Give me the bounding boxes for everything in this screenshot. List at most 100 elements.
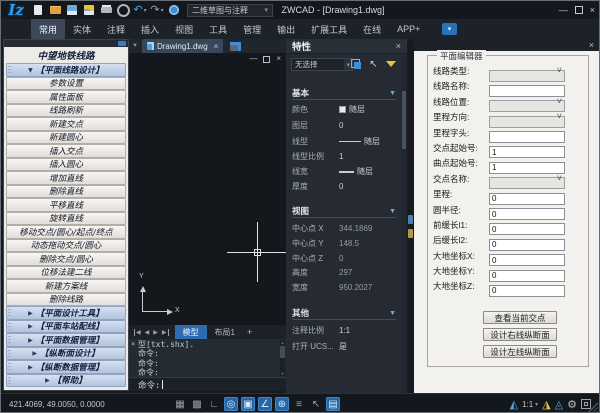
ribbon-tab[interactable]: 插入 [133, 19, 167, 39]
doc-restore-button[interactable] [263, 56, 270, 63]
sidebar-group[interactable]: 【平面设计工具】 [6, 306, 126, 320]
status-menu-icon[interactable] [292, 397, 306, 411]
dyninput-icon[interactable] [275, 397, 289, 411]
otrack-icon[interactable] [241, 397, 255, 411]
lineweight-icon[interactable] [326, 397, 340, 411]
scroll-up-icon[interactable]: ▲ [280, 340, 285, 345]
command-scrollbar[interactable]: ▲ ▼ [280, 340, 285, 376]
drawing-canvas[interactable]: — × Y X [129, 53, 286, 325]
sidebar-item[interactable]: 新建交点 [6, 117, 126, 131]
sidebar-item[interactable]: 移动交点/圆心/起点/终点 [6, 225, 126, 239]
sidebar-item[interactable]: 删除直线 [6, 185, 126, 199]
sidebar-item[interactable]: 位移法建二线 [6, 266, 126, 280]
fullscreen-icon[interactable] [581, 399, 591, 409]
sidebar-group[interactable]: 【平面数据管理】 [6, 333, 126, 347]
editor-action-button[interactable]: 设计左线纵断面 [483, 345, 557, 358]
new-drawing-icon[interactable] [230, 42, 241, 51]
undo-icon[interactable] [133, 3, 147, 17]
sidebar-item[interactable]: 旋转直线 [6, 212, 126, 226]
minimize-button[interactable]: — [559, 5, 568, 15]
polar-icon[interactable] [258, 397, 272, 411]
quick-select-icon[interactable] [384, 58, 397, 71]
sidebar-item[interactable]: 新建方案线 [6, 279, 126, 293]
annotation-autoscale-icon[interactable]: ◬ [555, 398, 563, 411]
sidebar-item[interactable]: 属性面板 [6, 90, 126, 104]
scroll-thumb[interactable] [402, 91, 406, 149]
sidebar-item[interactable]: 线路刷新 [6, 104, 126, 118]
annotation-scale-value[interactable]: 1:1 [522, 400, 538, 409]
sidebar-item[interactable]: 删除交点/圆心 [6, 252, 126, 266]
doc-close-button[interactable]: × [276, 55, 281, 63]
last-layout-icon[interactable]: ▶ [162, 329, 169, 336]
sidebar-group[interactable]: 【帮助】 [6, 374, 126, 388]
ribbon-tab[interactable]: 管理 [235, 19, 269, 39]
select-cursor-icon[interactable] [309, 397, 323, 411]
ribbon-tab[interactable]: 实体 [65, 19, 99, 39]
workspace-select[interactable]: 二维草图与注释 [187, 4, 273, 17]
command-input[interactable]: 命令: [129, 377, 286, 391]
annotation-visibility-icon[interactable]: ◮ [542, 398, 550, 411]
save-as-icon[interactable] [82, 3, 96, 17]
editor-field-input[interactable] [489, 285, 565, 297]
sidebar-group-open[interactable]: 【平面线路设计】 [6, 63, 126, 77]
sidebar-item[interactable]: 插入交点 [6, 144, 126, 158]
command-history[interactable]: × 型[txt.shx].命令:命令:命令: ▲ ▼ [129, 339, 286, 377]
sidebar-item[interactable]: 参数设置 [6, 77, 126, 91]
scroll-thumb[interactable] [280, 346, 285, 358]
palette-settings-icon[interactable] [408, 229, 413, 238]
sidebar-item[interactable]: 插入圆心 [6, 158, 126, 172]
add-layout-button[interactable]: + [243, 327, 256, 337]
settings-gear-icon[interactable]: ⚙ [567, 398, 577, 411]
ribbon-tab[interactable]: 输出 [269, 19, 303, 39]
section-basic[interactable]: 基本▼ [292, 87, 396, 100]
tab-layout1[interactable]: 布局1 [207, 327, 243, 338]
palette-autohide-icon[interactable] [408, 215, 413, 224]
sidebar-group[interactable]: 【纵断面设计】 [6, 347, 126, 361]
ribbon-tab[interactable]: 工具 [201, 19, 235, 39]
scroll-down-icon[interactable]: ▼ [280, 371, 285, 376]
ribbon-tab[interactable]: 在线 [355, 19, 389, 39]
sidebar-item[interactable]: 删除线路 [6, 293, 126, 307]
ribbon-tab[interactable]: 扩展工具 [303, 19, 355, 39]
save-icon[interactable] [65, 3, 79, 17]
sidebar-item[interactable]: 增加直线 [6, 171, 126, 185]
sidebar-group[interactable]: 【平面车站配线】 [6, 320, 126, 334]
maximize-button[interactable] [575, 6, 583, 14]
next-layout-icon[interactable]: ▶ [153, 329, 158, 336]
preview-icon[interactable] [116, 3, 130, 17]
editor-close-icon[interactable]: × [589, 41, 594, 50]
palette-menu-icon[interactable] [118, 41, 126, 46]
new-icon[interactable] [31, 3, 45, 17]
grid-icon[interactable] [173, 397, 187, 411]
sidebar-item[interactable]: 平移直线 [6, 198, 126, 212]
section-other[interactable]: 其他▼ [292, 307, 396, 320]
properties-close-icon[interactable]: × [396, 41, 401, 51]
ribbon-tab[interactable]: 常用 [31, 19, 65, 39]
pickadd-toggle-icon[interactable] [350, 58, 363, 71]
document-tab[interactable]: Drawing1.dwg × [142, 39, 223, 53]
doc-minimize-button[interactable]: — [249, 55, 257, 63]
ribbon-tab[interactable]: 注释 [99, 19, 133, 39]
tab-model[interactable]: 模型 [175, 325, 207, 339]
editor-action-button[interactable]: 设计右线纵断面 [483, 328, 557, 341]
snap-icon[interactable] [190, 397, 204, 411]
close-button[interactable]: × [590, 5, 595, 15]
redo-icon[interactable] [150, 3, 164, 17]
section-view[interactable]: 视图▼ [292, 205, 396, 218]
annotation-scale-icon[interactable]: ◭ [510, 398, 518, 411]
sidebar-group[interactable]: 【纵断数据管理】 [6, 360, 126, 374]
online-icon[interactable] [167, 3, 181, 17]
first-layout-icon[interactable]: ◀ [134, 329, 141, 336]
print-icon[interactable] [99, 3, 113, 17]
ribbon-tab[interactable]: APP+ [389, 19, 428, 39]
sidebar-item[interactable]: 动态拖动交点/圆心 [6, 239, 126, 253]
editor-action-button[interactable]: 查看当前交点 [483, 311, 557, 324]
command-window-close-icon[interactable]: × [131, 340, 135, 348]
ribbon-tab[interactable]: 视图 [167, 19, 201, 39]
prev-layout-icon[interactable]: ◀ [145, 329, 150, 336]
selection-dropdown[interactable]: 无选择 [291, 58, 353, 71]
sidebar-item[interactable]: 新建圆心 [6, 131, 126, 145]
doc-tab-close-icon[interactable]: × [214, 42, 219, 51]
select-objects-icon[interactable] [367, 58, 380, 71]
dock-chevron-icon[interactable]: ▼ [132, 43, 138, 49]
